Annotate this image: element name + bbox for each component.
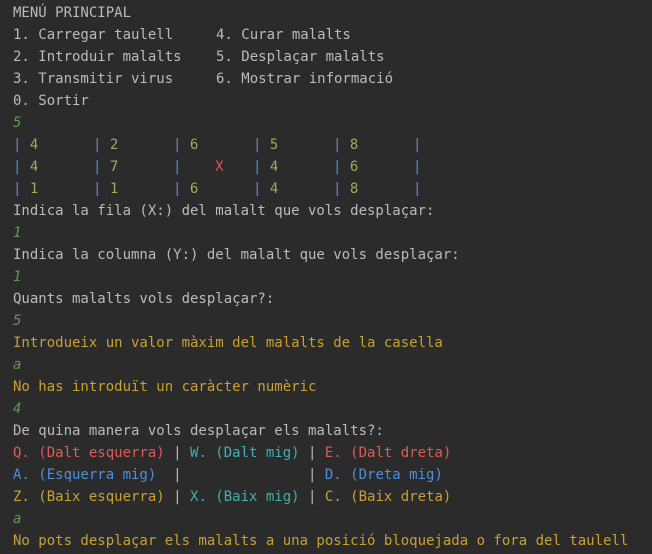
prompt-count: Quants malalts vols desplaçar?: [13, 291, 275, 307]
board-cell-value: 6 [349, 159, 359, 175]
menu-row: 2. Introduir malalts 5. Desplaçar malalts [13, 46, 652, 68]
user-input-option: 5 [13, 115, 22, 131]
board-cell: | 4 [13, 137, 39, 153]
menu-option-2: 2. Introduir malalts [13, 49, 182, 65]
prompt-row: Indica la fila (X:) del malalt que vols … [13, 203, 435, 219]
board-cell: | 4 [13, 159, 39, 175]
board-cell: | 4 [253, 159, 279, 175]
warning-not-numeric: No has introduït un caràcter numèric [13, 379, 317, 395]
direction-e: E. (Dalt dreta) [324, 445, 452, 461]
user-input-column: 1 [13, 269, 22, 285]
direction-x: X. (Baix mig) [190, 489, 300, 505]
user-input-count: 5 [13, 313, 22, 329]
board-cell-value: 6 [189, 181, 199, 197]
board-cell-value: 5 [269, 137, 279, 153]
board-cell: | 8 [333, 137, 359, 153]
board-cell: | 1 [13, 181, 39, 197]
board-cell: | 4 [253, 181, 279, 197]
board-cell: | X [173, 159, 224, 175]
menu-title: MENÚ PRINCIPAL [13, 5, 132, 21]
menu-option-6: 6. Mostrar informació [216, 71, 394, 87]
board-cell-value: 8 [349, 181, 359, 197]
board-cell: | 6 [333, 159, 359, 175]
board-cell-value: 2 [109, 137, 119, 153]
menu-option-1: 1. Carregar taulell [13, 27, 174, 43]
board-cell: | 6 [173, 137, 199, 153]
user-input-invalid: a [13, 357, 22, 373]
direction-row-bottom: Z. (Baix esquerra) | X. (Baix mig) | C. … [13, 489, 452, 505]
board-cell-value: 8 [349, 137, 359, 153]
direction-row-top: Q. (Dalt esquerra) | W. (Dalt mig) | E. … [13, 445, 452, 461]
board-blocked-cell: X [215, 159, 224, 175]
board-cell-value: 1 [29, 181, 39, 197]
board-cell-value: 4 [269, 159, 279, 175]
board-cell: | 8 [333, 181, 359, 197]
board-cell-value: 6 [189, 137, 199, 153]
direction-d: D. (Dreta mig) [324, 467, 443, 483]
board-cell: | 1 [93, 181, 119, 197]
direction-w: W. (Dalt mig) [190, 445, 300, 461]
prompt-column: Indica la columna (Y:) del malalt que vo… [13, 247, 460, 263]
prompt-direction: De quina manera vols desplaçar els malal… [13, 423, 384, 439]
user-input-count-retry: 4 [13, 401, 22, 417]
direction-row-middle: A. (Esquerra mig) | | D. (Dreta mig) [13, 467, 443, 483]
menu-option-5: 5. Desplaçar malalts [216, 49, 385, 65]
board-cell: | 5 [253, 137, 279, 153]
menu-option-0: 0. Sortir [13, 93, 89, 109]
board-cell-value: 1 [109, 181, 119, 197]
board-cell: | 2 [93, 137, 119, 153]
direction-z: Z. (Baix esquerra) [13, 489, 165, 505]
board-row-end: | [413, 137, 422, 153]
direction-c: C. (Baix dreta) [324, 489, 452, 505]
board-cell-value: 4 [269, 181, 279, 197]
warning-blocked-position: No pots desplaçar els malalts a una posi… [13, 533, 629, 549]
menu-row: 1. Carregar taulell 4. Curar malalts [13, 24, 652, 46]
board-cell-value: 7 [109, 159, 119, 175]
console-output: MENÚ PRINCIPAL 1. Carregar taulell 4. Cur… [0, 0, 652, 552]
board-row-end: | [413, 159, 422, 175]
menu-option-4: 4. Curar malalts [216, 27, 351, 43]
board-cell: | 7 [93, 159, 119, 175]
board-cell: | 6 [173, 181, 199, 197]
board-row-end: | [413, 181, 422, 197]
board-row: | 1 | 1 | 6 | 4 | 8 | [13, 178, 652, 200]
direction-q: Q. (Dalt esquerra) [13, 445, 165, 461]
board-cell-value: 4 [29, 137, 39, 153]
direction-a: A. (Esquerra mig) [13, 467, 157, 483]
board-row: | 4 | 7 | X | 4 | 6 | [13, 156, 652, 178]
user-input-direction: a [13, 511, 22, 527]
board-row: | 4 | 2 | 6 | 5 | 8 | [13, 134, 652, 156]
menu-row: 3. Transmitir virus 6. Mostrar informació [13, 68, 652, 90]
warning-max-value: Introdueix un valor màxim del malalts de… [13, 335, 443, 351]
board-cell-value: 4 [29, 159, 39, 175]
menu-option-3: 3. Transmitir virus [13, 71, 174, 87]
user-input-row: 1 [13, 225, 22, 241]
board-grid: | 4 | 2 | 6 | 5 | 8 | | 4 | 7 | X | 4 | 6 | | 1 | 1 | … [13, 134, 652, 200]
